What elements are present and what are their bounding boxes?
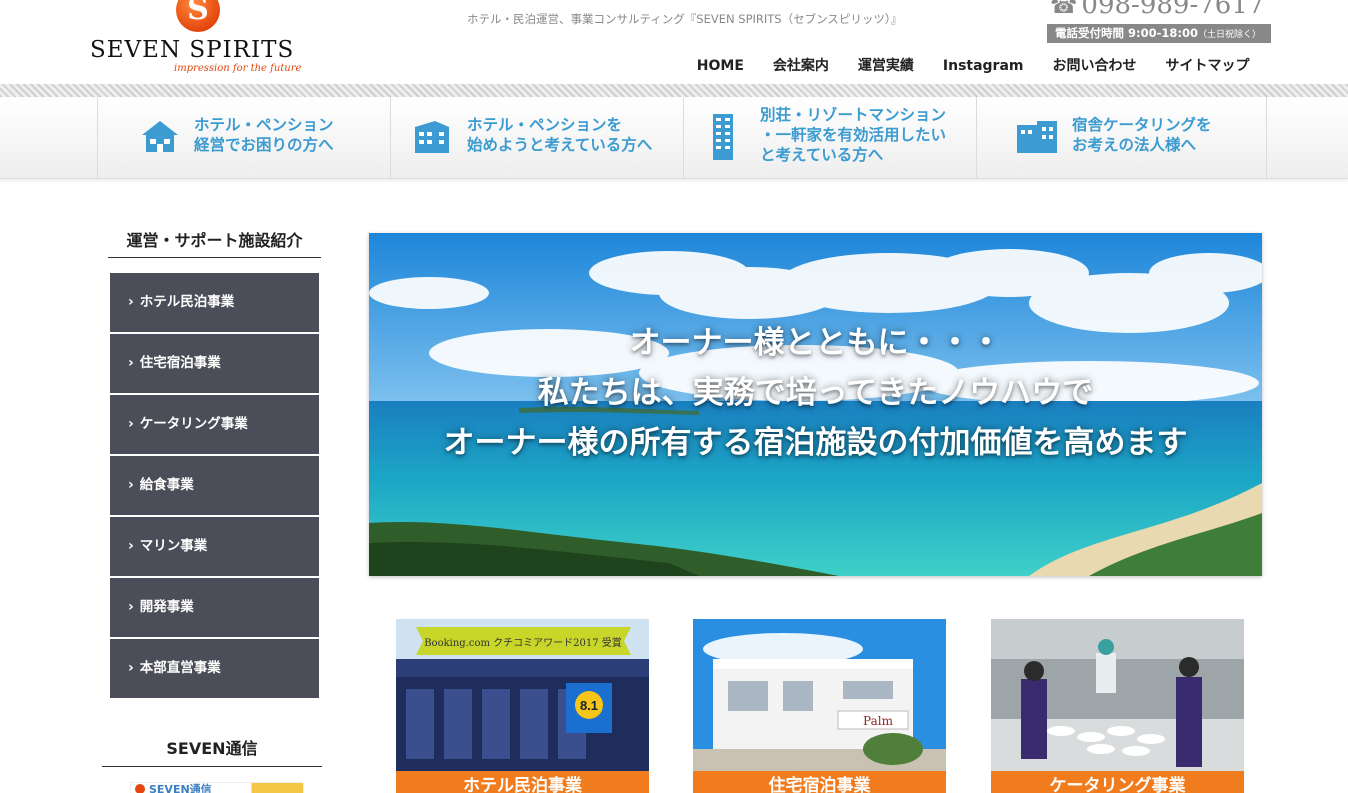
nav-home[interactable]: HOME: [682, 57, 758, 75]
card-hotel[interactable]: 8.1 Booking.com クチコミアワード2017 受賞 ホテル民泊事業: [396, 619, 649, 793]
chevron-right-icon: ›: [128, 416, 134, 432]
review-score: 8.1: [580, 698, 598, 713]
newsletter-banner[interactable]: SEVEN通信: [130, 782, 304, 793]
category-label: 別荘・リゾートマンション ・一軒家を有効活用したい と考えている方へ: [760, 106, 947, 164]
phone-number-text: 098-989-7617: [1081, 0, 1265, 20]
card-label: 住宅宿泊事業: [693, 771, 946, 793]
phone-icon: ☎: [1050, 0, 1078, 19]
house-icon: [142, 121, 178, 152]
phone-number[interactable]: ☎ 098-989-7617: [1050, 0, 1264, 20]
card-label: ケータリング事業: [991, 771, 1244, 793]
kitchen-staff-image: [991, 619, 1244, 793]
header-stripe-divider: [0, 84, 1348, 97]
card-label: ホテル民泊事業: [396, 771, 649, 793]
card-housing[interactable]: Palm 住宅宿泊事業: [693, 619, 946, 793]
category-bar: ホテル・ペンション 経営でお困りの方へ ホテル・ペンションを 始めようと考えてい…: [0, 97, 1348, 179]
logo-text: SEVEN SPIRITS: [90, 37, 295, 63]
hero-line: オーナー様の所有する宿泊施設の付加価値を高めます: [443, 425, 1188, 461]
sidebar-item-meals[interactable]: › 給食事業: [110, 456, 319, 515]
sidebar-item-label: ホテル民泊事業: [139, 294, 235, 310]
sidebar-menu: › ホテル民泊事業 › 住宅宿泊事業 › ケータリング事業 › 給食事業 › マリン事業 …: [110, 273, 319, 700]
logo-dot-icon: [135, 784, 145, 793]
hero-line: 私たちは、実務で培ってきたノウハウで: [537, 375, 1094, 411]
nav-sitemap[interactable]: サイトマップ: [1151, 57, 1264, 75]
chevron-right-icon: ›: [128, 538, 134, 554]
hours-label: 電話受付時間 9:00-18:00: [1055, 26, 1198, 40]
hero-message: オーナー様とともに・・・ 私たちは、実務で培ってきたノウハウで オーナー様の所有…: [369, 318, 1262, 468]
nav-company[interactable]: 会社案内: [758, 57, 843, 75]
sidebar-item-headquarters[interactable]: › 本部直営事業: [110, 639, 319, 698]
sidebar-item-catering[interactable]: › ケータリング事業: [110, 395, 319, 454]
business-hours: 電話受付時間 9:00-18:00（土日祝除く）: [1047, 24, 1271, 43]
sidebar-item-label: 開発事業: [139, 599, 194, 615]
chevron-right-icon: ›: [128, 660, 134, 676]
sidebar-item-label: マリン事業: [139, 538, 208, 554]
category-catering[interactable]: 宿舎ケータリングを お考えの法人様へ: [976, 97, 1267, 179]
logo-mark-icon: S: [176, 0, 220, 32]
hero-image: オーナー様とともに・・・ 私たちは、実務で培ってきたノウハウで オーナー様の所有…: [369, 233, 1262, 576]
building-icon: [415, 121, 449, 153]
global-nav: HOME 会社案内 運営実績 Instagram お問い合わせ サイトマップ: [682, 57, 1264, 75]
category-start-hotel[interactable]: ホテル・ペンションを 始めようと考えている方へ: [390, 97, 683, 179]
category-label: 宿舎ケータリングを お考えの法人様へ: [1072, 116, 1212, 154]
site-header: S SEVEN SPIRITS impression for the futur…: [0, 0, 1348, 84]
card-catering[interactable]: ケータリング事業: [991, 619, 1244, 793]
sidebar-item-label: 給食事業: [139, 477, 194, 493]
sidebar-title: 運営・サポート施設紹介: [108, 227, 321, 258]
sidebar-item-label: 本部直営事業: [139, 660, 221, 676]
tower-icon: [713, 114, 733, 160]
category-resort[interactable]: 別荘・リゾートマンション ・一軒家を有効活用したい と考えている方へ: [683, 97, 976, 179]
header-description: ホテル・民泊運営、事業コンサルティング『SEVEN SPIRITS（セブンスピリ…: [467, 12, 903, 26]
nav-instagram[interactable]: Instagram: [928, 57, 1038, 75]
chevron-right-icon: ›: [128, 477, 134, 493]
site-logo[interactable]: S SEVEN SPIRITS impression for the futur…: [90, 0, 310, 80]
category-label: ホテル・ペンションを 始めようと考えている方へ: [467, 116, 653, 154]
logo-tagline: impression for the future: [174, 63, 302, 74]
award-badge: Booking.com クチコミアワード2017 受賞: [424, 636, 622, 649]
sidebar-item-marine[interactable]: › マリン事業: [110, 517, 319, 576]
nav-results[interactable]: 運営実績: [843, 57, 928, 75]
sidebar-item-hotel[interactable]: › ホテル民泊事業: [110, 273, 319, 332]
nav-contact[interactable]: お問い合わせ: [1038, 57, 1151, 75]
hotel-building-image: 8.1 Booking.com クチコミアワード2017 受賞: [396, 619, 649, 793]
office-icon: [1017, 121, 1057, 153]
sidebar-newsletter-title: SEVEN通信: [102, 735, 322, 767]
white-house-image: Palm: [693, 619, 946, 793]
sidebar-item-development[interactable]: › 開発事業: [110, 578, 319, 637]
chevron-right-icon: ›: [128, 599, 134, 615]
house-sign: Palm: [863, 714, 894, 728]
hero-line: オーナー様とともに・・・: [629, 325, 1002, 361]
category-label: ホテル・ペンション 経営でお困りの方へ: [194, 116, 334, 154]
banner-text: SEVEN通信: [149, 783, 212, 793]
category-hotel-trouble[interactable]: ホテル・ペンション 経営でお困りの方へ: [97, 97, 390, 179]
sidebar-item-label: ケータリング事業: [139, 416, 248, 432]
chevron-right-icon: ›: [128, 294, 134, 310]
sidebar-item-label: 住宅宿泊事業: [139, 355, 221, 371]
sidebar-item-housing[interactable]: › 住宅宿泊事業: [110, 334, 319, 393]
hours-note: （土日祝除く）: [1198, 30, 1262, 40]
chevron-right-icon: ›: [128, 355, 134, 371]
